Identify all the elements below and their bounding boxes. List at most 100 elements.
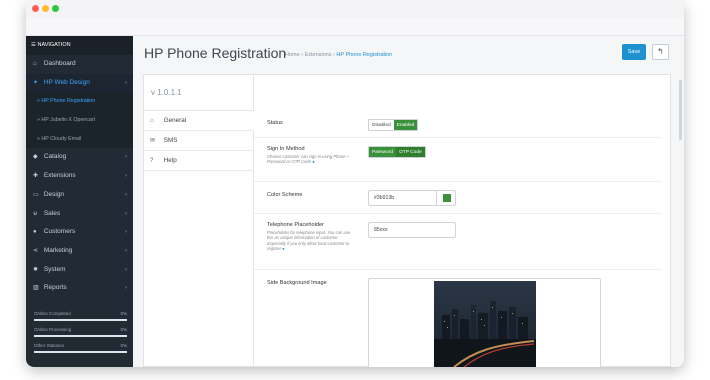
title-bar <box>26 0 684 18</box>
sidebar-item-label: Extensions <box>43 172 76 180</box>
sidebar-item-design[interactable]: ▭ Design › <box>26 186 133 205</box>
color-swatch <box>443 194 451 202</box>
reply-arrow-icon: ↰ <box>657 47 664 56</box>
sidebar-item-label: Reports <box>43 284 67 292</box>
sidebar-item-label: Dashboard <box>43 60 76 67</box>
puzzle-icon: ✦ <box>33 79 39 86</box>
back-button[interactable]: ↰ <box>652 44 669 60</box>
sidebar-item-label: Catalog <box>43 153 67 161</box>
sidebar-item-label: HP Web Design <box>43 78 90 86</box>
enabled-option[interactable]: Enabled <box>393 120 418 130</box>
telephone-placeholder-input[interactable]: 85xxx <box>368 222 456 238</box>
home-icon: ⌂ <box>150 118 154 124</box>
breadcrumb: Home › Extensions › HP Phone Registratio… <box>285 52 393 58</box>
color-picker[interactable] <box>436 190 456 206</box>
sidebar-item-label: Design <box>43 190 65 198</box>
navigation-header[interactable]: ☰ NAVIGATION <box>26 36 133 55</box>
telephone-placeholder-help: Placeholder for telephone input. You can… <box>267 230 351 252</box>
status-label: Status <box>267 120 283 126</box>
status-row: Status Disabled Enabled <box>254 111 662 138</box>
user-icon: ● <box>33 229 37 236</box>
chevron-right-icon: › <box>125 247 127 254</box>
info-icon: ● <box>282 246 285 252</box>
sidebar: ☰ NAVIGATION ⌂ Dashboard ✦ HP Web Design… <box>26 36 133 367</box>
side-background-label: Side Background Image <box>267 280 327 286</box>
tag-icon: ◆ <box>33 154 38 161</box>
monitor-icon: ▭ <box>33 191 39 198</box>
info-icon: ● <box>312 159 315 165</box>
city-night-image <box>434 281 536 367</box>
disabled-option[interactable]: Disabled <box>369 120 394 130</box>
page-scrollbar[interactable] <box>679 80 682 140</box>
settings-tabs: ⌂ General ✉ SMS ? Help <box>144 111 254 171</box>
stat-other-statuses: Other Statuses 0% <box>34 341 127 357</box>
status-toggle[interactable]: Disabled Enabled <box>368 119 419 131</box>
order-stats: Orders Completed 0% Orders Processing 0%… <box>34 309 127 357</box>
sidebar-item-catalog[interactable]: ◆ Catalog › <box>26 148 133 167</box>
menu-icon: ☰ <box>31 42 36 48</box>
otp-code-option[interactable]: OTP Code <box>396 147 425 157</box>
color-scheme-row: Color Scheme #3b913b <box>254 182 662 214</box>
tab-general[interactable]: ⌂ General <box>144 111 254 131</box>
password-option[interactable]: Password <box>369 147 397 157</box>
telephone-placeholder-label: Telephone Placeholder <box>267 222 324 228</box>
tab-sms[interactable]: ✉ SMS <box>144 131 254 151</box>
sidebar-item-system[interactable]: ✹ System › <box>26 261 133 280</box>
sidebar-subitem-hp-phone-registration[interactable]: » HP Phone Registration <box>26 92 133 112</box>
tab-help[interactable]: ? Help <box>144 151 254 171</box>
sidebar-item-label: Sales <box>43 209 61 217</box>
maximize-window-button[interactable] <box>52 5 59 12</box>
breadcrumb-extensions[interactable]: Extensions <box>305 52 332 58</box>
chevron-right-icon: › <box>125 285 127 292</box>
sign-in-label: Sign In Method <box>267 146 305 152</box>
sidebar-item-marketing[interactable]: ⋖ Marketing › <box>26 242 133 261</box>
progress-bar <box>34 351 127 353</box>
chevron-right-icon: › <box>125 266 127 273</box>
bar-chart-icon: ▥ <box>33 285 39 292</box>
chevron-right-icon: › <box>125 229 127 236</box>
sidebar-item-customers[interactable]: ● Customers › <box>26 223 133 242</box>
stat-orders-completed: Orders Completed 0% <box>34 309 127 325</box>
sidebar-item-dashboard[interactable]: ⌂ Dashboard <box>26 55 133 74</box>
version-label: v 1.0.1.1 <box>144 75 254 111</box>
sidebar-subitem-hp-cloudy-email[interactable]: » HP Cloudy Email <box>26 129 133 149</box>
sign-in-row: Sign In Method Choose customer can sign … <box>254 138 662 182</box>
sidebar-item-sales[interactable]: ⊌ Sales › <box>26 205 133 224</box>
chevron-right-icon: › <box>125 191 127 198</box>
browser-window: ☰ NAVIGATION ⌂ Dashboard ✦ HP Web Design… <box>26 0 684 367</box>
minimize-window-button[interactable] <box>42 5 49 12</box>
envelope-icon: ✉ <box>150 138 156 144</box>
breadcrumb-current[interactable]: HP Phone Registration <box>336 52 392 58</box>
sidebar-item-label: Customers <box>43 228 76 236</box>
main-content: HP Phone Registration Home › Extensions … <box>133 36 684 367</box>
sidebar-subitem-hp-jubelio-x-opencart[interactable]: » HP Jubelio X Opencart <box>26 111 133 130</box>
cart-icon: ⊌ <box>33 210 38 217</box>
breadcrumb-home[interactable]: Home <box>285 52 300 58</box>
share-icon: ⋖ <box>33 247 39 254</box>
sidebar-item-extensions[interactable]: ✚ Extensions › <box>26 167 133 186</box>
save-button[interactable]: Save <box>622 44 646 60</box>
page-title: HP Phone Registration <box>144 45 287 61</box>
general-form: Status Disabled Enabled Sign In Method C… <box>254 111 662 367</box>
puzzle-piece-icon: ✚ <box>33 173 39 180</box>
sidebar-item-reports[interactable]: ▥ Reports › <box>26 279 133 298</box>
question-icon: ? <box>150 158 154 164</box>
progress-bar <box>34 319 127 321</box>
chevron-right-icon: › <box>125 173 127 180</box>
navigation-title: NAVIGATION <box>37 42 71 48</box>
dashboard-icon: ⌂ <box>33 61 37 67</box>
stat-orders-processing: Orders Processing 0% <box>34 325 127 341</box>
sign-in-method-toggle[interactable]: Password OTP Code <box>368 146 426 158</box>
chevron-right-icon: › <box>125 79 127 86</box>
sign-in-help: Choose customer can sign in using Phone … <box>267 154 350 165</box>
sidebar-item-hp-web-design[interactable]: ✦ HP Web Design › <box>26 73 133 93</box>
chevron-right-icon: › <box>125 210 127 217</box>
close-window-button[interactable] <box>32 5 39 12</box>
side-background-image-box[interactable] <box>368 278 601 367</box>
side-background-row: Side Background Image <box>254 270 662 367</box>
progress-bar <box>34 335 127 337</box>
telephone-placeholder-row: Telephone Placeholder Placeholder for te… <box>254 214 662 270</box>
address-bar <box>26 18 684 36</box>
sidebar-item-label: System <box>43 265 66 273</box>
gear-icon: ✹ <box>33 266 39 273</box>
